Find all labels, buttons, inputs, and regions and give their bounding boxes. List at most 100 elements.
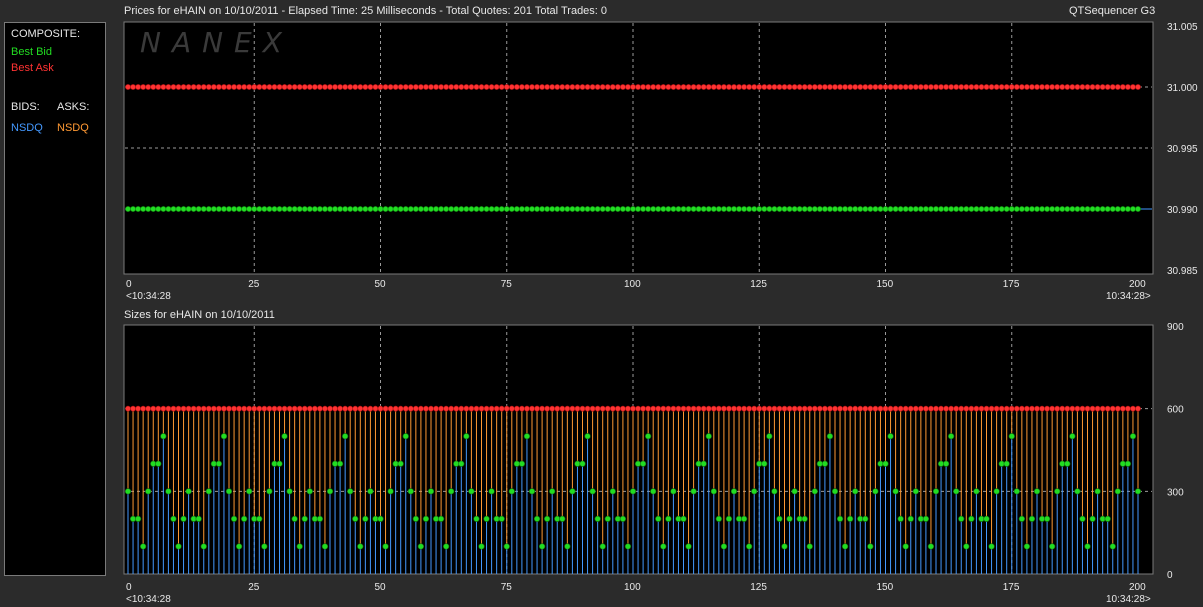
- ask-size-point: [690, 405, 697, 412]
- best-bid-point: [266, 206, 273, 212]
- price-x-start-time: <10:34:28: [126, 291, 171, 302]
- bid-size-point: [897, 515, 904, 522]
- best-ask-point: [367, 84, 374, 90]
- best-ask-point: [584, 84, 591, 90]
- bid-size-point: [463, 433, 470, 440]
- best-ask-point: [1024, 84, 1030, 90]
- ask-size-point: [872, 405, 879, 412]
- best-ask-point: [620, 84, 626, 90]
- ask-size-point: [130, 405, 136, 412]
- best-bid-point: [882, 206, 889, 212]
- ask-size-point: [377, 405, 384, 412]
- ask-size-point: [1130, 405, 1136, 412]
- ask-size-point: [917, 405, 924, 412]
- best-ask-point: [185, 84, 192, 90]
- bid-size-point: [286, 488, 293, 495]
- best-ask-point: [811, 84, 818, 90]
- ask-size-point: [231, 405, 237, 412]
- ask-size-point: [973, 405, 980, 412]
- ask-size-point: [498, 405, 505, 412]
- ask-size-point: [1029, 405, 1035, 412]
- best-bid-point: [700, 206, 707, 212]
- price-y-tick: 30.990: [1167, 205, 1198, 216]
- bid-size-point: [1124, 460, 1131, 467]
- bid-size-point: [170, 515, 177, 522]
- ask-size-point: [266, 405, 273, 412]
- best-bid-point: [185, 206, 192, 212]
- ask-size-point: [1013, 405, 1020, 412]
- ask-size-point: [700, 405, 707, 412]
- best-ask-point: [751, 84, 758, 90]
- bid-size-point: [367, 488, 374, 495]
- ask-size-point: [715, 405, 722, 412]
- best-bid-point: [933, 206, 939, 212]
- ask-size-point: [816, 405, 823, 412]
- bid-size-point: [968, 515, 975, 522]
- best-ask-point: [463, 84, 470, 90]
- best-ask-point: [832, 84, 838, 90]
- best-bid-point: [1024, 206, 1030, 212]
- best-ask-point: [407, 84, 414, 90]
- best-ask-point: [453, 84, 460, 90]
- best-bid-point: [534, 206, 540, 212]
- best-bid-point: [402, 206, 409, 212]
- best-ask-point: [236, 84, 242, 90]
- ask-size-point: [660, 405, 667, 412]
- best-ask-point: [822, 84, 828, 90]
- best-bid-point: [458, 206, 465, 212]
- ask-size-point: [842, 405, 848, 412]
- best-bid-point: [579, 206, 586, 212]
- best-bid-point: [1039, 206, 1045, 212]
- best-ask-point: [756, 84, 763, 90]
- ask-size-point: [271, 405, 278, 412]
- best-ask-point: [1099, 84, 1106, 90]
- ask-size-point: [392, 405, 399, 412]
- ask-size-point: [882, 405, 889, 412]
- best-bid-point: [377, 206, 384, 212]
- best-bid-point: [665, 206, 672, 212]
- best-ask-point: [1084, 84, 1091, 90]
- best-bid-point: [872, 206, 879, 212]
- best-bid-point: [1013, 206, 1020, 212]
- best-ask-point: [438, 84, 444, 90]
- price-x-tick: 0: [126, 279, 132, 290]
- bid-size-point: [619, 515, 627, 522]
- best-bid-point: [670, 206, 677, 212]
- bid-size-point: [826, 433, 834, 440]
- ask-size-point: [412, 405, 419, 412]
- best-bid-point: [589, 206, 596, 212]
- ask-size-point: [125, 405, 131, 412]
- ask-size-point: [185, 405, 192, 412]
- bid-size-point: [1054, 488, 1061, 495]
- bid-size-point: [584, 433, 591, 440]
- best-ask-point: [963, 84, 970, 90]
- best-bid-point: [241, 206, 248, 212]
- best-ask-point: [549, 84, 556, 90]
- ask-size-point: [837, 405, 843, 412]
- best-bid-point: [503, 206, 510, 212]
- size-x-tick: 100: [624, 582, 641, 593]
- best-ask-point: [205, 84, 212, 90]
- best-ask-point: [1044, 84, 1050, 90]
- best-ask-point: [306, 84, 313, 90]
- best-ask-point: [448, 84, 455, 90]
- best-ask-point: [958, 84, 965, 90]
- best-bid-point: [912, 206, 919, 212]
- bid-size-point: [458, 460, 465, 467]
- best-bid-point: [938, 206, 944, 212]
- bid-size-point: [528, 488, 536, 495]
- best-bid-point: [928, 206, 934, 212]
- best-bid-point: [251, 206, 258, 212]
- best-bid-point: [301, 206, 308, 212]
- best-ask-point: [837, 84, 843, 90]
- bid-size-point: [1134, 488, 1142, 495]
- bid-size-point: [261, 543, 268, 550]
- best-bid-point: [832, 206, 838, 212]
- best-ask-point: [160, 84, 167, 90]
- bid-size-point: [710, 488, 717, 495]
- ask-size-point: [140, 405, 147, 412]
- best-ask-point: [554, 84, 561, 90]
- bid-size-point: [705, 433, 712, 440]
- best-ask-point: [948, 84, 955, 90]
- best-bid-point: [433, 206, 439, 212]
